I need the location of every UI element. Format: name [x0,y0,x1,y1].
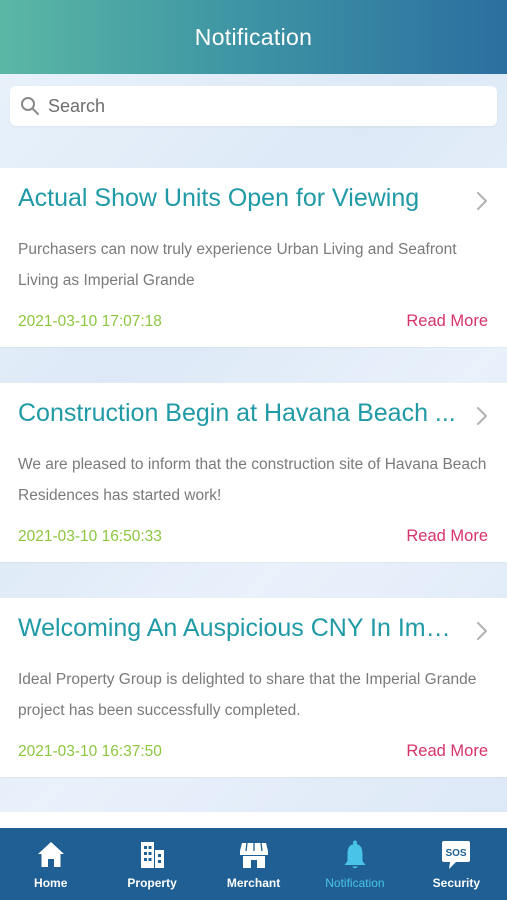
tab-property[interactable]: Property [101,828,202,900]
search-input[interactable] [48,95,468,117]
sos-icon: SOS [442,841,471,869]
tab-label: Home [34,876,68,890]
app-header: Notification [0,0,507,74]
notification-summary: Purchasers can now truly experience Urba… [18,241,457,289]
notification-card[interactable]: Actual Show Units Open for Viewing Purch… [0,168,507,347]
tab-label: Merchant [226,876,281,890]
notification-title[interactable]: Actual Show Units Open for Viewing [18,184,460,213]
tab-label: Notification [325,876,385,890]
notification-card[interactable]: Construction Begin at Havana Beach ... W… [0,383,507,562]
building-icon [141,842,165,868]
search-icon [21,97,39,115]
tab-notification[interactable]: Notification [304,828,405,900]
tab-label: Security [432,876,480,890]
tab-label: Property [127,876,177,890]
notification-title[interactable]: Welcoming An Auspicious CNY In Imp... [18,614,460,643]
read-more-link[interactable]: Read More [406,527,488,546]
notification-date: 2021-03-10 16:50:33 [18,528,162,545]
shop-icon [239,842,268,868]
bottom-tab-bar: Home Property Merchant Notification SOS … [0,828,507,900]
notification-date: 2021-03-10 16:37:50 [18,743,162,760]
home-icon [37,842,64,867]
notification-card[interactable]: Welcoming An Auspicious CNY In Imp... Id… [0,598,507,777]
bell-icon [344,840,366,869]
read-more-link[interactable]: Read More [406,312,488,331]
notification-title[interactable]: Construction Begin at Havana Beach ... [18,399,460,428]
notification-summary: Ideal Property Group is delighted to sha… [18,671,477,719]
tab-home[interactable]: Home [0,828,101,900]
chevron-right-icon[interactable] [475,190,489,212]
notification-summary: We are pleased to inform that the constr… [18,456,487,504]
tab-security[interactable]: SOS Security [406,828,507,900]
read-more-link[interactable]: Read More [406,742,488,761]
search-bar[interactable] [10,86,497,126]
chevron-right-icon[interactable] [475,405,489,427]
notification-date: 2021-03-10 17:07:18 [18,313,162,330]
tab-merchant[interactable]: Merchant [203,828,304,900]
chevron-right-icon[interactable] [475,620,489,642]
page-title: Notification [194,23,313,50]
svg-text:SOS: SOS [446,848,467,859]
